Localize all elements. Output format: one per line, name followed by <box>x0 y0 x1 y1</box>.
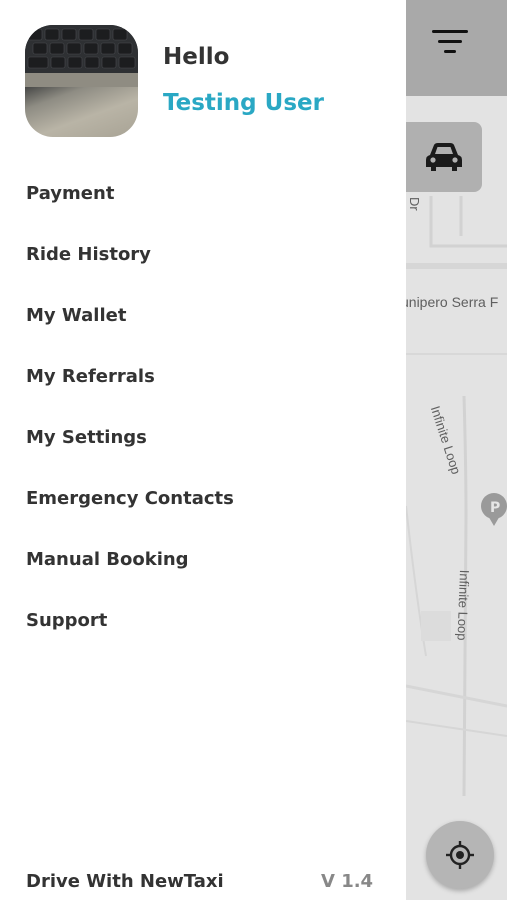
user-name[interactable]: Testing User <box>163 90 324 116</box>
menu-item-my-referrals[interactable]: My Referrals <box>0 346 406 407</box>
navigation-drawer: Hello Testing User Payment Ride History … <box>0 0 406 900</box>
drawer-menu: Payment Ride History My Wallet My Referr… <box>0 163 406 651</box>
drive-with-link[interactable]: Drive With NewTaxi <box>26 871 224 892</box>
menu-item-payment[interactable]: Payment <box>0 163 406 224</box>
menu-item-support[interactable]: Support <box>0 590 406 651</box>
avatar-photo <box>25 25 138 87</box>
menu-item-ride-history[interactable]: Ride History <box>0 224 406 285</box>
app-version: V 1.4 <box>321 871 374 892</box>
menu-item-my-settings[interactable]: My Settings <box>0 407 406 468</box>
avatar[interactable] <box>25 25 138 137</box>
menu-item-my-wallet[interactable]: My Wallet <box>0 285 406 346</box>
greeting-text: Hello <box>163 44 230 70</box>
menu-item-emergency-contacts[interactable]: Emergency Contacts <box>0 468 406 529</box>
drawer-scrim[interactable] <box>406 0 507 900</box>
menu-item-manual-booking[interactable]: Manual Booking <box>0 529 406 590</box>
